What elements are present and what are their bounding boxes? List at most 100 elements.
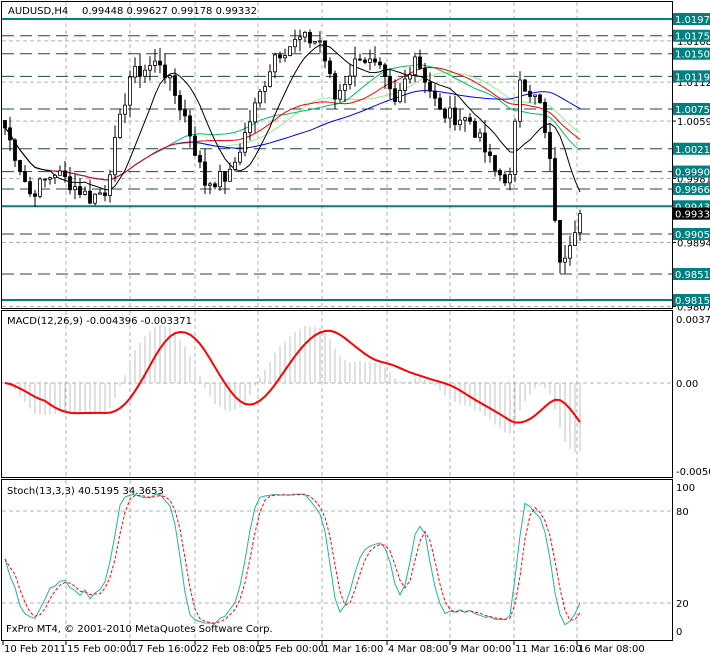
bull-candle (353, 58, 357, 77)
background (0, 0, 710, 654)
bull-candle (413, 56, 417, 76)
bear-candle (323, 40, 327, 62)
bear-candle (488, 151, 492, 156)
price-level-label: 1.00214 (675, 145, 710, 156)
bear-candle (548, 132, 552, 159)
bull-candle (258, 90, 262, 104)
bear-candle (308, 31, 312, 44)
bear-candle (213, 183, 217, 188)
bull-candle (463, 117, 467, 121)
bear-candle (358, 58, 362, 61)
price-level-label: 0.99056 (675, 230, 710, 241)
bull-candle (368, 58, 372, 63)
price-level-label: 0.99904 (675, 168, 710, 179)
bear-candle (163, 64, 167, 79)
bull-candle (93, 193, 97, 204)
bear-candle (483, 132, 487, 153)
bear-candle (28, 181, 32, 195)
bull-candle (53, 174, 57, 179)
bear-candle (103, 192, 107, 196)
stoch-tick-label: 0 (676, 627, 682, 638)
time-tick-label: 10 Feb 2011 (4, 644, 66, 654)
bear-candle (138, 65, 142, 77)
price-level-label: 1.01505 (675, 50, 710, 61)
price-tick-label: 1.00590 (677, 117, 710, 128)
trading-chart[interactable]: AUDUSD,H4 0.99448 0.99627 0.99178 0.9933… (0, 0, 710, 654)
bear-candle (223, 171, 227, 182)
current-price-label: 0.99332 (675, 210, 710, 221)
bear-candle (543, 102, 547, 133)
bull-candle (533, 94, 537, 97)
bear-candle (393, 88, 397, 103)
bull-candle (48, 177, 52, 180)
bear-candle (373, 58, 377, 63)
bull-candle (568, 245, 572, 259)
bear-candle (438, 97, 442, 110)
bear-candle (33, 193, 37, 197)
bull-candle (563, 257, 567, 263)
macd-tick-label: -0.00508 (676, 467, 710, 478)
bull-candle (408, 74, 412, 80)
price-level-label: 0.99668 (675, 185, 710, 196)
bear-candle (188, 115, 192, 137)
time-tick-label: 1 Mar 16:00 (323, 644, 383, 654)
bear-candle (193, 135, 197, 156)
bull-candle (108, 174, 112, 196)
bear-candle (78, 186, 82, 195)
bear-candle (418, 56, 422, 69)
time-tick-label: 16 Mar 08:00 (578, 644, 645, 654)
bear-candle (43, 178, 47, 181)
bull-candle (73, 186, 77, 191)
bull-candle (573, 232, 577, 246)
bear-candle (333, 73, 337, 100)
bull-candle (98, 192, 102, 195)
bear-candle (3, 120, 7, 129)
bear-candle (558, 219, 562, 263)
bull-candle (133, 65, 137, 78)
price-level-label: 1.01750 (675, 32, 710, 43)
bear-candle (8, 127, 12, 141)
bear-candle (428, 81, 432, 92)
bull-candle (313, 41, 317, 44)
macd-tick-label: 0.00370 (676, 315, 710, 326)
bull-candle (83, 190, 87, 195)
bull-candle (578, 213, 582, 234)
bull-candle (58, 170, 62, 176)
bear-candle (498, 170, 502, 176)
bear-candle (453, 107, 457, 126)
bear-candle (528, 90, 532, 97)
bear-candle (203, 161, 207, 186)
bull-candle (243, 132, 247, 153)
bull-candle (208, 183, 212, 186)
bear-candle (383, 64, 387, 78)
price-level-label: 1.01198 (675, 72, 710, 83)
bull-candle (168, 75, 172, 79)
bear-candle (363, 59, 367, 63)
bull-candle (283, 55, 287, 59)
bull-candle (338, 90, 342, 100)
bear-candle (523, 79, 527, 92)
bull-candle (478, 132, 482, 138)
bull-candle (343, 84, 347, 91)
bull-candle (148, 65, 152, 71)
time-tick-label: 25 Feb 00:00 (259, 644, 325, 654)
bull-candle (228, 168, 232, 182)
bear-candle (278, 54, 282, 59)
bear-candle (88, 190, 92, 204)
bear-candle (198, 154, 202, 163)
bull-candle (153, 60, 157, 66)
bear-candle (63, 170, 67, 178)
bear-candle (158, 60, 162, 66)
bear-candle (183, 109, 187, 117)
bull-candle (298, 36, 302, 40)
bull-candle (248, 121, 252, 133)
bull-candle (233, 161, 237, 170)
time-tick-label: 15 Feb 00:00 (67, 644, 133, 654)
price-level-label: 0.98159 (675, 296, 710, 307)
price-level-label: 0.98512 (675, 270, 710, 281)
macd-tick-label: 0.00 (676, 379, 698, 390)
time-tick-label: 9 Mar 00:00 (451, 644, 511, 654)
bull-candle (38, 178, 42, 197)
time-tick-label: 17 Feb 16:00 (131, 644, 197, 654)
bull-candle (123, 104, 127, 115)
